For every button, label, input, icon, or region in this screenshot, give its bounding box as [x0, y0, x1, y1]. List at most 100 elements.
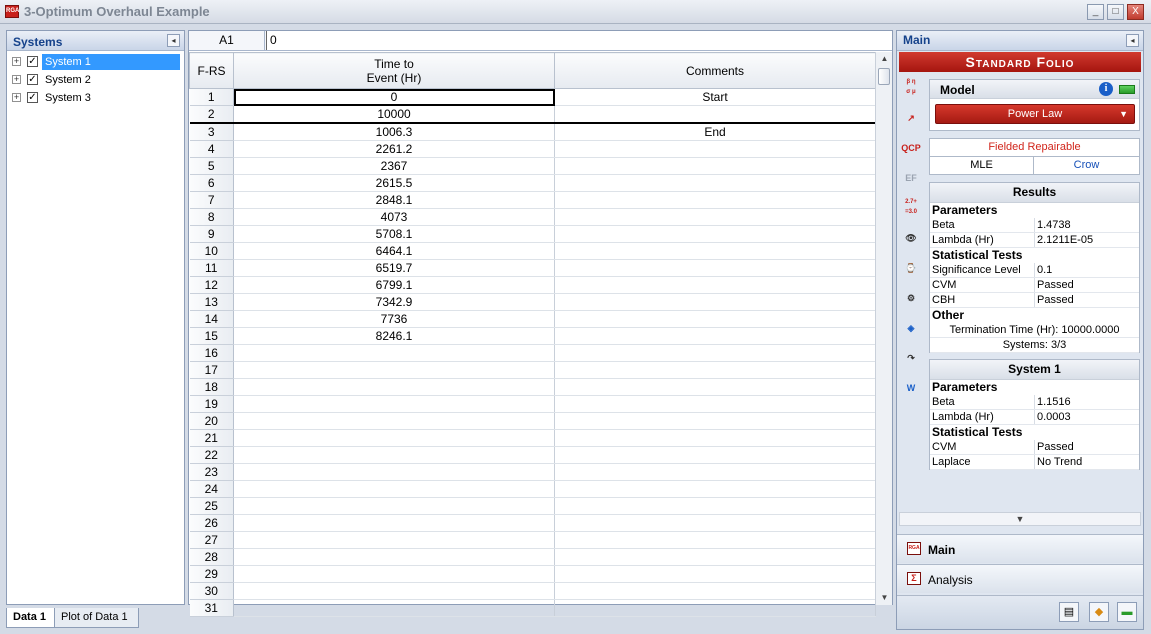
system-checkbox[interactable]: ✓ [27, 56, 38, 67]
ef-icon[interactable]: EF [900, 167, 922, 189]
grid-corner[interactable]: F-RS [189, 52, 234, 89]
minimize-button[interactable]: _ [1087, 4, 1104, 20]
row-number[interactable]: 14 [189, 310, 234, 328]
cell-time[interactable]: 6799.1 [233, 276, 555, 294]
estimation-method-setting[interactable]: MLE [930, 157, 1034, 174]
expand-plus-icon[interactable]: + [12, 75, 21, 84]
expand-plus-icon[interactable]: + [12, 57, 21, 66]
row-number[interactable]: 31 [189, 599, 234, 617]
scroll-up-icon[interactable]: ▲ [876, 52, 893, 66]
cell-time[interactable] [233, 378, 555, 396]
qcp-icon[interactable]: QCP [900, 137, 922, 159]
cell-comment[interactable] [554, 191, 876, 209]
tree-item-system-2[interactable]: + ✓ System 2 [7, 71, 184, 89]
tab-plot-of-data-1[interactable]: Plot of Data 1 [54, 608, 139, 628]
cell-time[interactable] [233, 480, 555, 498]
cell-comment[interactable] [554, 242, 876, 260]
green-bar-icon[interactable]: ▬ [1117, 602, 1137, 622]
row-number[interactable]: 7 [189, 191, 234, 209]
cell-time[interactable]: 1006.3 [233, 123, 555, 141]
cell-time[interactable] [233, 463, 555, 481]
cell-comment[interactable] [554, 412, 876, 430]
row-number[interactable]: 22 [189, 446, 234, 464]
cell-comment[interactable] [554, 327, 876, 345]
row-number[interactable]: 11 [189, 259, 234, 277]
cell-comment[interactable] [554, 293, 876, 311]
parameters-icon[interactable]: β η σ μ [900, 77, 922, 99]
row-number[interactable]: 21 [189, 429, 234, 447]
tree-item-label[interactable]: System 3 [42, 90, 94, 106]
nav-main[interactable]: RGA Main [897, 534, 1143, 563]
cell-time[interactable] [233, 361, 555, 379]
cell-time[interactable] [233, 599, 555, 617]
column-header-time[interactable]: Time to Event (Hr) [233, 52, 555, 89]
cell-comment[interactable] [554, 395, 876, 413]
cell-comment[interactable] [554, 497, 876, 515]
cell-comment[interactable] [554, 582, 876, 600]
cell-time[interactable]: 2615.5 [233, 174, 555, 192]
cell-time[interactable]: 0 [233, 88, 555, 106]
cell-time[interactable]: 7342.9 [233, 293, 555, 311]
row-number[interactable]: 15 [189, 327, 234, 345]
tab-data-1[interactable]: Data 1 [6, 608, 55, 628]
scroll-thumb[interactable] [878, 68, 890, 85]
row-number[interactable]: 8 [189, 208, 234, 226]
row-number[interactable]: 13 [189, 293, 234, 311]
row-number[interactable]: 29 [189, 565, 234, 583]
cell-time[interactable]: 4073 [233, 208, 555, 226]
row-number[interactable]: 27 [189, 531, 234, 549]
expand-icon[interactable]: ▼ [899, 512, 1141, 526]
system-checkbox[interactable]: ✓ [27, 92, 38, 103]
diamond-icon[interactable]: ◆ [1089, 602, 1109, 622]
cell-time[interactable]: 2261.2 [233, 140, 555, 158]
time-icon[interactable]: ⌚ [900, 257, 922, 279]
tree-item-label[interactable]: System 1 [42, 54, 180, 70]
cell-comment[interactable] [554, 157, 876, 175]
maximize-button[interactable]: □ [1107, 4, 1124, 20]
row-number[interactable]: 28 [189, 548, 234, 566]
cell-time[interactable] [233, 531, 555, 549]
cell-comment[interactable] [554, 174, 876, 192]
cell-comment[interactable] [554, 310, 876, 328]
cell-time[interactable] [233, 344, 555, 362]
row-number[interactable]: 10 [189, 242, 234, 260]
cell-comment[interactable] [554, 463, 876, 481]
grouping-setting[interactable]: Crow [1034, 157, 1139, 174]
cell-time[interactable]: 10000 [233, 105, 555, 124]
sheet-icon[interactable]: ▤ [1059, 602, 1079, 622]
cell-comment[interactable] [554, 531, 876, 549]
cell-time[interactable]: 6519.7 [233, 259, 555, 277]
row-number[interactable]: 16 [189, 344, 234, 362]
row-number[interactable]: 4 [189, 140, 234, 158]
cell-comment[interactable] [554, 548, 876, 566]
row-number[interactable]: 17 [189, 361, 234, 379]
cell-time[interactable] [233, 412, 555, 430]
cell-reference[interactable]: A1 [189, 31, 265, 50]
cell-time[interactable]: 6464.1 [233, 242, 555, 260]
column-header-comments[interactable]: Comments [554, 52, 876, 89]
cell-comment[interactable]: End [554, 123, 876, 141]
view-icon[interactable]: 👁 [900, 227, 922, 249]
row-number[interactable]: 20 [189, 412, 234, 430]
row-number[interactable]: 12 [189, 276, 234, 294]
cell-time[interactable] [233, 446, 555, 464]
cell-time[interactable]: 2367 [233, 157, 555, 175]
diamond-tool-icon[interactable]: ◈ [900, 317, 922, 339]
collapse-right-icon[interactable]: ◂ [1126, 34, 1139, 47]
tree-item-system-3[interactable]: + ✓ System 3 [7, 89, 184, 107]
cell-time[interactable] [233, 497, 555, 515]
cell-time[interactable] [233, 582, 555, 600]
row-number[interactable]: 1 [189, 88, 234, 106]
vertical-scrollbar[interactable]: ▲ ▼ [875, 52, 892, 605]
tree-item-label[interactable]: System 2 [42, 72, 94, 88]
cell-comment[interactable] [554, 599, 876, 617]
cell-comment[interactable] [554, 225, 876, 243]
cell-comment[interactable]: Start [554, 88, 876, 106]
row-number[interactable]: 23 [189, 463, 234, 481]
calculate-icon[interactable] [1119, 85, 1135, 94]
close-button[interactable]: X [1127, 4, 1144, 20]
scroll-down-icon[interactable]: ▼ [876, 591, 893, 605]
cell-time[interactable]: 8246.1 [233, 327, 555, 345]
cell-time[interactable] [233, 395, 555, 413]
redo-icon[interactable]: ↷ [900, 347, 922, 369]
